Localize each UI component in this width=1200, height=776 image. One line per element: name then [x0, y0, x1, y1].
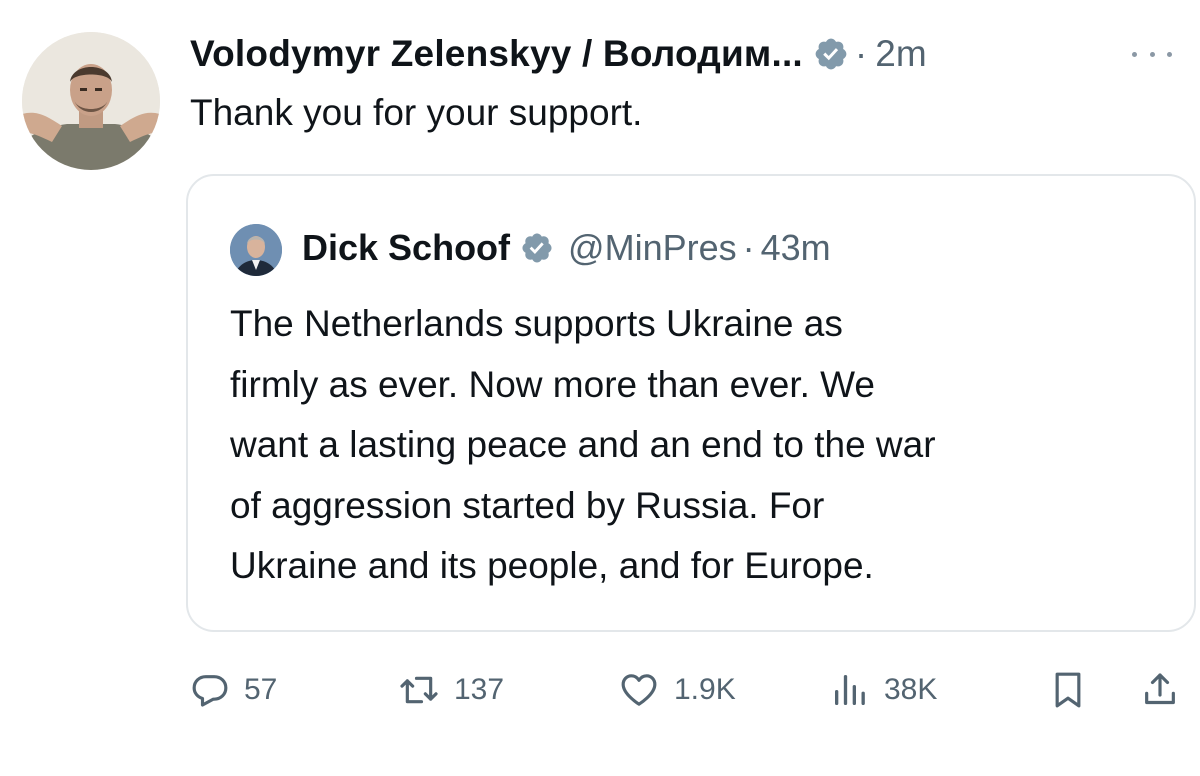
heart-icon	[621, 674, 657, 706]
views-icon	[835, 675, 865, 705]
quoted-author-name[interactable]: Dick Schoof	[302, 227, 510, 269]
bookmark-button[interactable]	[1048, 660, 1088, 720]
quoted-post-timestamp[interactable]: 43m	[761, 227, 831, 269]
repost-icon	[400, 676, 438, 704]
post-header: Volodymyr Zelenskyy / Володим... · 2m	[190, 28, 1180, 80]
quoted-text-line: firmly as ever. Now more than ever. We	[230, 363, 875, 405]
quoted-text-line: of aggression started by Russia. For	[230, 484, 825, 526]
author-name[interactable]: Volodymyr Zelenskyy / Володим...	[190, 33, 803, 75]
quoted-text-line: The Netherlands supports Ukraine as	[230, 303, 843, 344]
reply-button[interactable]: 57	[190, 660, 277, 720]
quoted-post[interactable]: Dick Schoof @MinPres · 43m The Netherlan…	[186, 174, 1196, 632]
post-text: Thank you for your support.	[190, 92, 643, 133]
quoted-post-text: The Netherlands supports Ukraine as firm…	[230, 294, 1170, 597]
post[interactable]: Volodymyr Zelenskyy / Володим... · 2m Th…	[0, 0, 1200, 776]
views-count: 38K	[884, 673, 938, 706]
author-avatar[interactable]	[22, 32, 160, 170]
share-button[interactable]	[1140, 660, 1180, 720]
share-icon	[1145, 673, 1175, 705]
post-actions: 57 137 1.9K 38K	[190, 660, 1190, 720]
repost-button[interactable]: 137	[398, 660, 504, 720]
quoted-header-separator: ·	[742, 227, 755, 268]
like-button[interactable]: 1.9K	[618, 660, 736, 720]
reply-icon	[192, 675, 228, 707]
repost-count: 137	[454, 673, 505, 706]
more-icon[interactable]	[1132, 42, 1172, 66]
quoted-author-avatar[interactable]	[230, 224, 282, 276]
quoted-text-line: want a lasting peace and an end to the w…	[230, 424, 936, 465]
quoted-text-line: Ukraine and its people, and for Europe.	[230, 545, 874, 586]
post-timestamp[interactable]: 2m	[875, 33, 926, 75]
bookmark-icon	[1055, 672, 1081, 708]
quoted-author-handle[interactable]: @MinPres	[568, 227, 737, 269]
like-count: 1.9K	[674, 673, 736, 706]
verified-badge-icon[interactable]	[813, 36, 849, 72]
verified-badge-icon[interactable]	[520, 231, 554, 265]
quoted-post-header: Dick Schoof @MinPres · 43m	[302, 222, 831, 274]
reply-count: 57	[244, 673, 278, 706]
views-button[interactable]: 38K	[830, 660, 937, 720]
header-separator: ·	[854, 33, 868, 74]
